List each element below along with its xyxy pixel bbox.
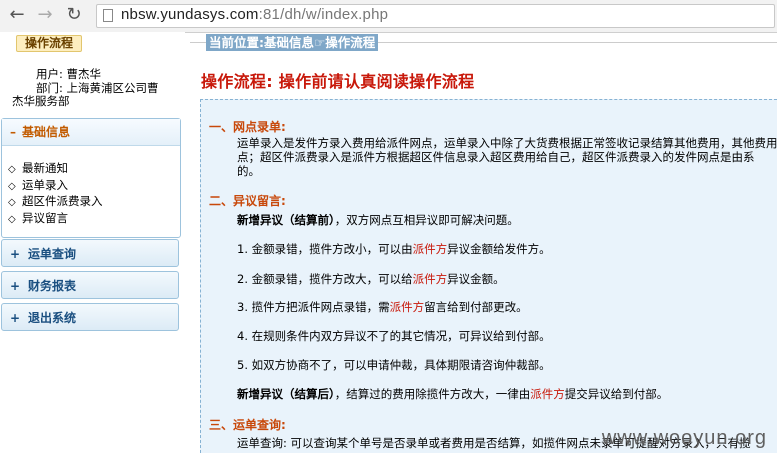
red-text: 派件方	[412, 272, 448, 286]
user-dept: 部门: 上海黄浦区公司曹	[36, 80, 159, 95]
section-text: 点；超区件派费录入是派件方根据超区件信息录入超区费用给自己，超区件派费录入的发件…	[237, 150, 755, 164]
menu-financial-report-label: 财务报表	[28, 279, 77, 293]
page-icon	[103, 9, 113, 22]
bold-label: 新增异议（结算前）	[237, 213, 335, 227]
text: 留言给到付部更改。	[424, 300, 528, 314]
user-info: 用户: 曹杰华 部门: 上海黄浦区公司曹 杰华服务部	[12, 67, 182, 109]
text: ，结算过的费用除揽件方改大，一律由	[334, 387, 531, 401]
menu-waybill-query-label: 运单查询	[28, 247, 77, 261]
reload-icon[interactable]: ↻	[63, 4, 85, 26]
user-name: 用户: 曹杰华	[36, 67, 102, 81]
sidebar: 操作流程 用户: 曹杰华 部门: 上海黄浦区公司曹 杰华服务部 – 基础信息 ◇ 最…	[0, 32, 185, 453]
user-dept-cont: 杰华服务部	[12, 94, 70, 108]
menu-item-label: 超区件派费录入	[22, 194, 103, 208]
text: 1. 金额录错，揽件方改小，可以由	[237, 242, 413, 256]
dispute-before-settlement: 新增异议（结算前），双方网点互相异议即可解决问题。	[237, 213, 777, 227]
diamond-bullet-icon: ◇	[8, 164, 16, 175]
watermark: www.wooyun.org	[601, 427, 767, 449]
operation-flow-tab[interactable]: 操作流程	[16, 35, 82, 52]
menu-basic-info-label: 基础信息	[22, 125, 71, 139]
diamond-bullet-icon: ◇	[8, 180, 16, 192]
menu-item-over-zone-fee[interactable]: ◇ 超区件派费录入	[8, 194, 180, 211]
menu-item-waybill-entry[interactable]: ◇ 运单录入	[8, 178, 180, 195]
dispute-item-3: 3. 揽件方把派件网点录错，需派件方留言给到付部更改。	[237, 300, 777, 314]
text: 2. 金额录错，揽件方改大，可以给	[237, 272, 413, 286]
bold-label: 新增异议（结算后）	[237, 387, 335, 401]
menu-waybill-query[interactable]: + 运单查询	[1, 239, 179, 267]
menu-item-dispute-message[interactable]: ◇ 异议留言	[8, 211, 180, 228]
minus-icon: –	[10, 125, 16, 139]
section-text: 的。	[237, 164, 260, 178]
menu-financial-report[interactable]: + 财务报表	[1, 271, 179, 299]
page-title: 操作流程: 操作前请认真阅读操作流程	[201, 72, 475, 91]
text: 异议金额。	[447, 272, 505, 286]
menu-basic-info-list: ◇ 最新通知 ◇ 运单录入 ◇ 超区件派费录入 ◇ 异议留言	[2, 146, 180, 227]
section-heading-outlet-entry: 一、网点录单:	[209, 120, 286, 134]
menu-basic-info: – 基础信息 ◇ 最新通知 ◇ 运单录入 ◇ 超区件派费录入 ◇ 异议留言	[1, 118, 181, 238]
menu-item-label: 最新通知	[22, 161, 68, 175]
url-host: nbsw.yundasys.com	[121, 6, 259, 23]
diamond-bullet-icon: ◇	[8, 213, 16, 225]
section-heading-dispute: 二、异议留言:	[209, 194, 286, 208]
text: 异议金额给发件方。	[447, 242, 551, 256]
section-text: 运单录入是发件方录入费用给派件网点，运单录入中除了大货费根据正常签收记录结算其他…	[237, 136, 777, 150]
dispute-item-2: 2. 金额录错，揽件方改大，可以给派件方异议金额。	[237, 272, 777, 286]
menu-basic-info-header[interactable]: – 基础信息	[2, 119, 180, 146]
url-text[interactable]: nbsw.yundasys.com:81/dh/w/index.php	[121, 6, 388, 23]
forward-arrow-icon[interactable]: →	[34, 4, 56, 26]
menu-item-label: 异议留言	[22, 210, 68, 225]
breadcrumb: 当前位置:基础信息☞操作流程	[206, 34, 379, 51]
plus-icon: +	[10, 247, 21, 261]
menu-item-latest-notice[interactable]: ◇ 最新通知	[8, 161, 180, 178]
dispute-after-settlement: 新增异议（结算后），结算过的费用除揽件方改大，一律由派件方提交异议给到付部。	[237, 387, 777, 401]
section-heading-waybill-query: 三、运单查询:	[209, 418, 286, 432]
back-arrow-icon[interactable]: ←	[6, 4, 28, 26]
dispute-item-5: 5. 如双方协商不了，可以申请仲裁，具体期限请咨询仲裁部。	[237, 358, 551, 372]
address-bar[interactable]: nbsw.yundasys.com:81/dh/w/index.php	[96, 4, 775, 28]
text: 3. 揽件方把派件网点录错，需	[237, 300, 390, 314]
content-panel: 一、网点录单: 运单录入是发件方录入费用给派件网点，运单录入中除了大货费根据正常…	[200, 99, 777, 453]
dispute-item-1: 1. 金额录错，揽件方改小，可以由派件方异议金额给发件方。	[237, 242, 777, 256]
browser-toolbar: ← → ↻ nbsw.yundasys.com:81/dh/w/index.ph…	[0, 0, 777, 33]
diamond-bullet-icon: ◇	[8, 197, 16, 208]
red-text: 派件方	[412, 242, 448, 256]
menu-logout-label: 退出系统	[28, 311, 77, 325]
plus-icon: +	[10, 279, 21, 293]
menu-item-label: 运单录入	[22, 177, 68, 192]
text: 提交异议给到付部。	[564, 387, 669, 401]
plus-icon: +	[10, 311, 21, 325]
text: ，双方网点互相异议即可解决问题。	[334, 213, 519, 227]
menu-logout[interactable]: + 退出系统	[1, 303, 179, 331]
red-text: 派件方	[389, 300, 425, 314]
dispute-item-4: 4. 在规则条件内双方异议不了的其它情况，可异议给到付部。	[237, 329, 551, 343]
url-path: :81/dh/w/index.php	[258, 6, 389, 23]
red-text: 派件方	[530, 387, 565, 401]
